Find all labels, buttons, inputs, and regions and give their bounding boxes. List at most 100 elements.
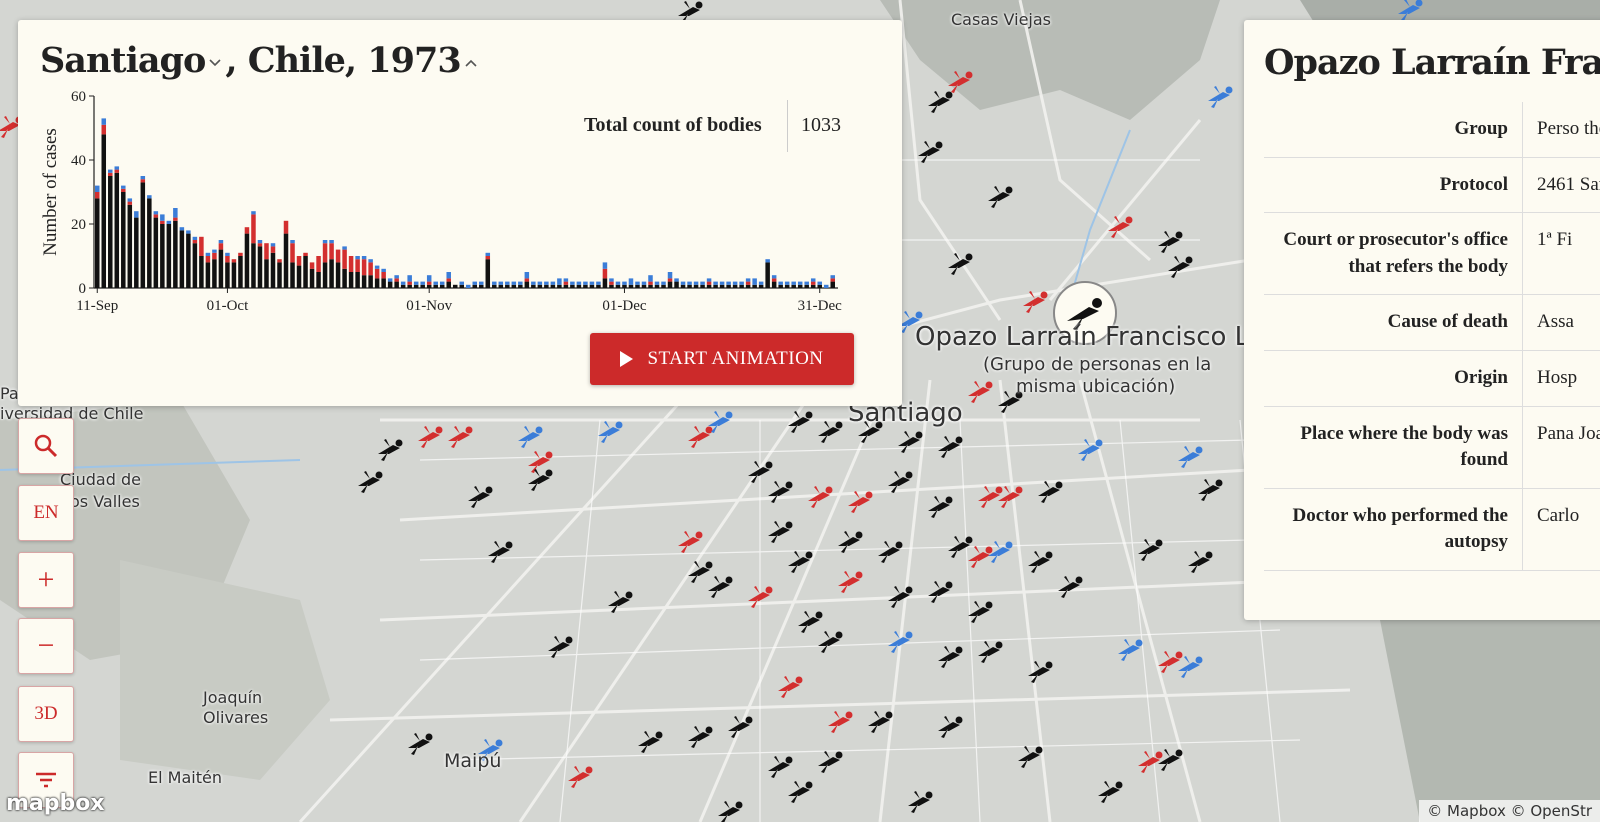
chart-bar	[303, 252, 308, 256]
chart-bar	[739, 284, 744, 288]
zoom-in-button[interactable]: +	[18, 552, 74, 608]
chart-bar	[387, 278, 393, 282]
chart-bar	[251, 211, 256, 215]
chart-bar	[615, 284, 621, 288]
chart-bar	[400, 281, 406, 285]
chart-bar	[413, 281, 419, 285]
chart-bar	[635, 281, 640, 285]
detail-value: Assa	[1522, 294, 1600, 351]
map-label-el-maiten: El Maitén	[148, 768, 222, 787]
chart-bar	[583, 284, 588, 288]
chart-bar	[199, 236, 204, 256]
chart-bar	[524, 281, 530, 288]
detail-key: Group	[1264, 102, 1523, 158]
map-attribution[interactable]: © Mapbox © OpenStr	[1419, 800, 1600, 822]
chart-bar	[244, 233, 250, 288]
chart-bar	[687, 281, 692, 285]
chart-bar	[466, 284, 471, 288]
table-row: GroupPerso the F	[1264, 102, 1600, 158]
chart-bar	[251, 214, 256, 244]
chart-bar	[322, 243, 328, 263]
chart-bar	[264, 259, 269, 288]
chart-bar	[648, 284, 653, 288]
chart-bar	[342, 268, 347, 288]
chart-bar	[446, 278, 451, 282]
map-label-casas-viejas: Casas Viejas	[951, 10, 1052, 29]
chart-bar	[544, 281, 549, 285]
chart-bar	[713, 281, 718, 285]
chart-bar	[231, 262, 237, 288]
chart-bar	[452, 284, 458, 288]
chart-bar	[140, 176, 146, 180]
chart-bar	[518, 281, 523, 285]
chart-bar	[680, 284, 686, 288]
detail-value[interactable]: Perso the F	[1522, 102, 1600, 158]
chart-bar	[648, 281, 653, 285]
chart-bar	[218, 249, 224, 288]
language-button[interactable]: EN	[18, 485, 74, 541]
chart-bar	[492, 281, 497, 285]
zoom-out-button[interactable]: −	[18, 618, 74, 674]
chart-bar	[771, 281, 777, 288]
chart-bar	[661, 281, 666, 285]
3d-view-button[interactable]: 3D	[18, 686, 74, 742]
chart-bar	[166, 224, 172, 288]
start-animation-button[interactable]: START ANIMATION	[590, 333, 854, 385]
chart-bar	[160, 220, 165, 224]
chart-bar	[739, 281, 744, 285]
chart-bar	[537, 281, 543, 285]
search-button[interactable]	[18, 418, 74, 474]
chart-bar	[752, 284, 757, 288]
chart-bar	[244, 227, 250, 234]
chart-bar	[596, 284, 601, 288]
chart-bar	[179, 227, 185, 231]
chart-bar	[732, 284, 738, 288]
mapbox-logo[interactable]: mapbox	[6, 791, 105, 816]
plus-icon: +	[37, 563, 55, 596]
chart-bar	[225, 256, 230, 263]
chart-bar	[153, 214, 159, 218]
chart-bar	[400, 284, 406, 288]
chart-bar	[368, 262, 373, 276]
chart-bar	[758, 281, 764, 285]
chart-bar	[101, 124, 107, 135]
chart-bar	[283, 220, 289, 234]
cases-chart[interactable]: 0 20 40 60 Number of cases 11-Sep 01-Oct 01-Nov…	[18, 20, 902, 330]
table-row: Protocol2461 Sant	[1264, 157, 1600, 214]
chart-bar	[706, 281, 712, 285]
chart-bar	[426, 275, 432, 282]
chart-bar	[238, 252, 243, 256]
chart-bar	[752, 278, 757, 285]
chart-bar	[205, 252, 211, 256]
chart-bar	[329, 240, 334, 244]
detail-value: Pana Joaq	[1522, 406, 1600, 489]
chart-bar	[134, 217, 139, 288]
chart-bar	[186, 230, 191, 234]
y-axis-label: Number of cases	[40, 128, 61, 256]
play-icon	[620, 351, 634, 367]
chart-bar	[628, 278, 634, 285]
map-label-ciudad-valles-2: os Valles	[70, 492, 140, 511]
chart-bar	[335, 262, 341, 288]
chart-bar	[498, 281, 504, 285]
chart-bar	[179, 230, 185, 288]
chart-bar	[505, 284, 510, 288]
table-row: Cause of death Assa	[1264, 294, 1600, 351]
chart-bar	[335, 249, 341, 263]
chart-bar	[309, 262, 315, 269]
y-tick-label: 40	[71, 153, 86, 169]
chart-bar	[361, 275, 367, 288]
chart-bar	[674, 281, 679, 288]
chart-bar	[355, 256, 360, 260]
chart-bar	[218, 240, 224, 244]
chart-bar	[192, 243, 198, 288]
chart-bar	[726, 284, 731, 288]
marker-name-label[interactable]: Opazo Larraín Francisco Lu	[915, 322, 1265, 352]
detail-key: Court or prosecutor's office that refers…	[1264, 212, 1523, 296]
chart-bar	[257, 246, 263, 288]
chart-bar	[700, 284, 705, 288]
chart-bar	[446, 272, 451, 279]
chart-bar	[765, 262, 770, 288]
chart-bar	[329, 259, 334, 288]
chart-bar	[479, 281, 484, 285]
